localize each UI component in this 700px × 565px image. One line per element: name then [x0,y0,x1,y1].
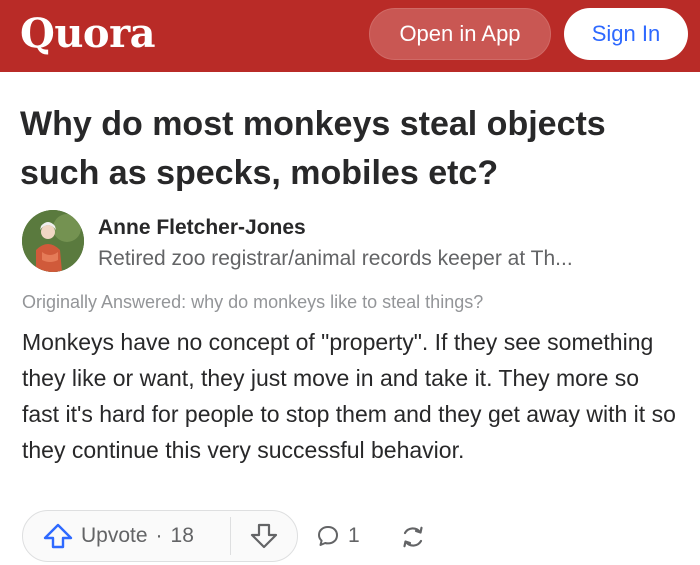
downvote-button[interactable] [231,511,297,561]
open-in-app-button[interactable]: Open in App [369,8,551,60]
originally-answered[interactable]: Originally Answered: why do monkeys like… [22,292,483,313]
comment-icon [318,526,338,546]
upvote-separator: · [155,524,163,547]
upvote-button[interactable]: Upvote · 18 [23,511,230,561]
top-bar: Quora Open in App Sign In [0,0,700,72]
question-title[interactable]: Why do most monkeys steal objects such a… [20,100,680,198]
answer-body: Monkeys have no concept of "property". I… [22,329,676,463]
share-icon [403,526,423,548]
author-name[interactable]: Anne Fletcher-Jones [98,216,306,240]
downvote-icon [250,523,278,549]
vote-controls: Upvote · 18 [22,510,298,562]
author-credential: Retired zoo registrar/animal records kee… [98,247,573,270]
quora-logo[interactable]: Quora [20,10,156,57]
avatar[interactable] [22,210,84,272]
comment-count: 1 [348,524,360,547]
share-button[interactable] [396,520,430,554]
upvote-label: Upvote [81,524,148,547]
sign-in-button[interactable]: Sign In [564,8,688,60]
avatar-image-icon [22,210,84,272]
upvote-icon [43,523,73,549]
comment-button[interactable]: 1 [316,516,360,556]
upvote-count: 18 [170,524,194,547]
